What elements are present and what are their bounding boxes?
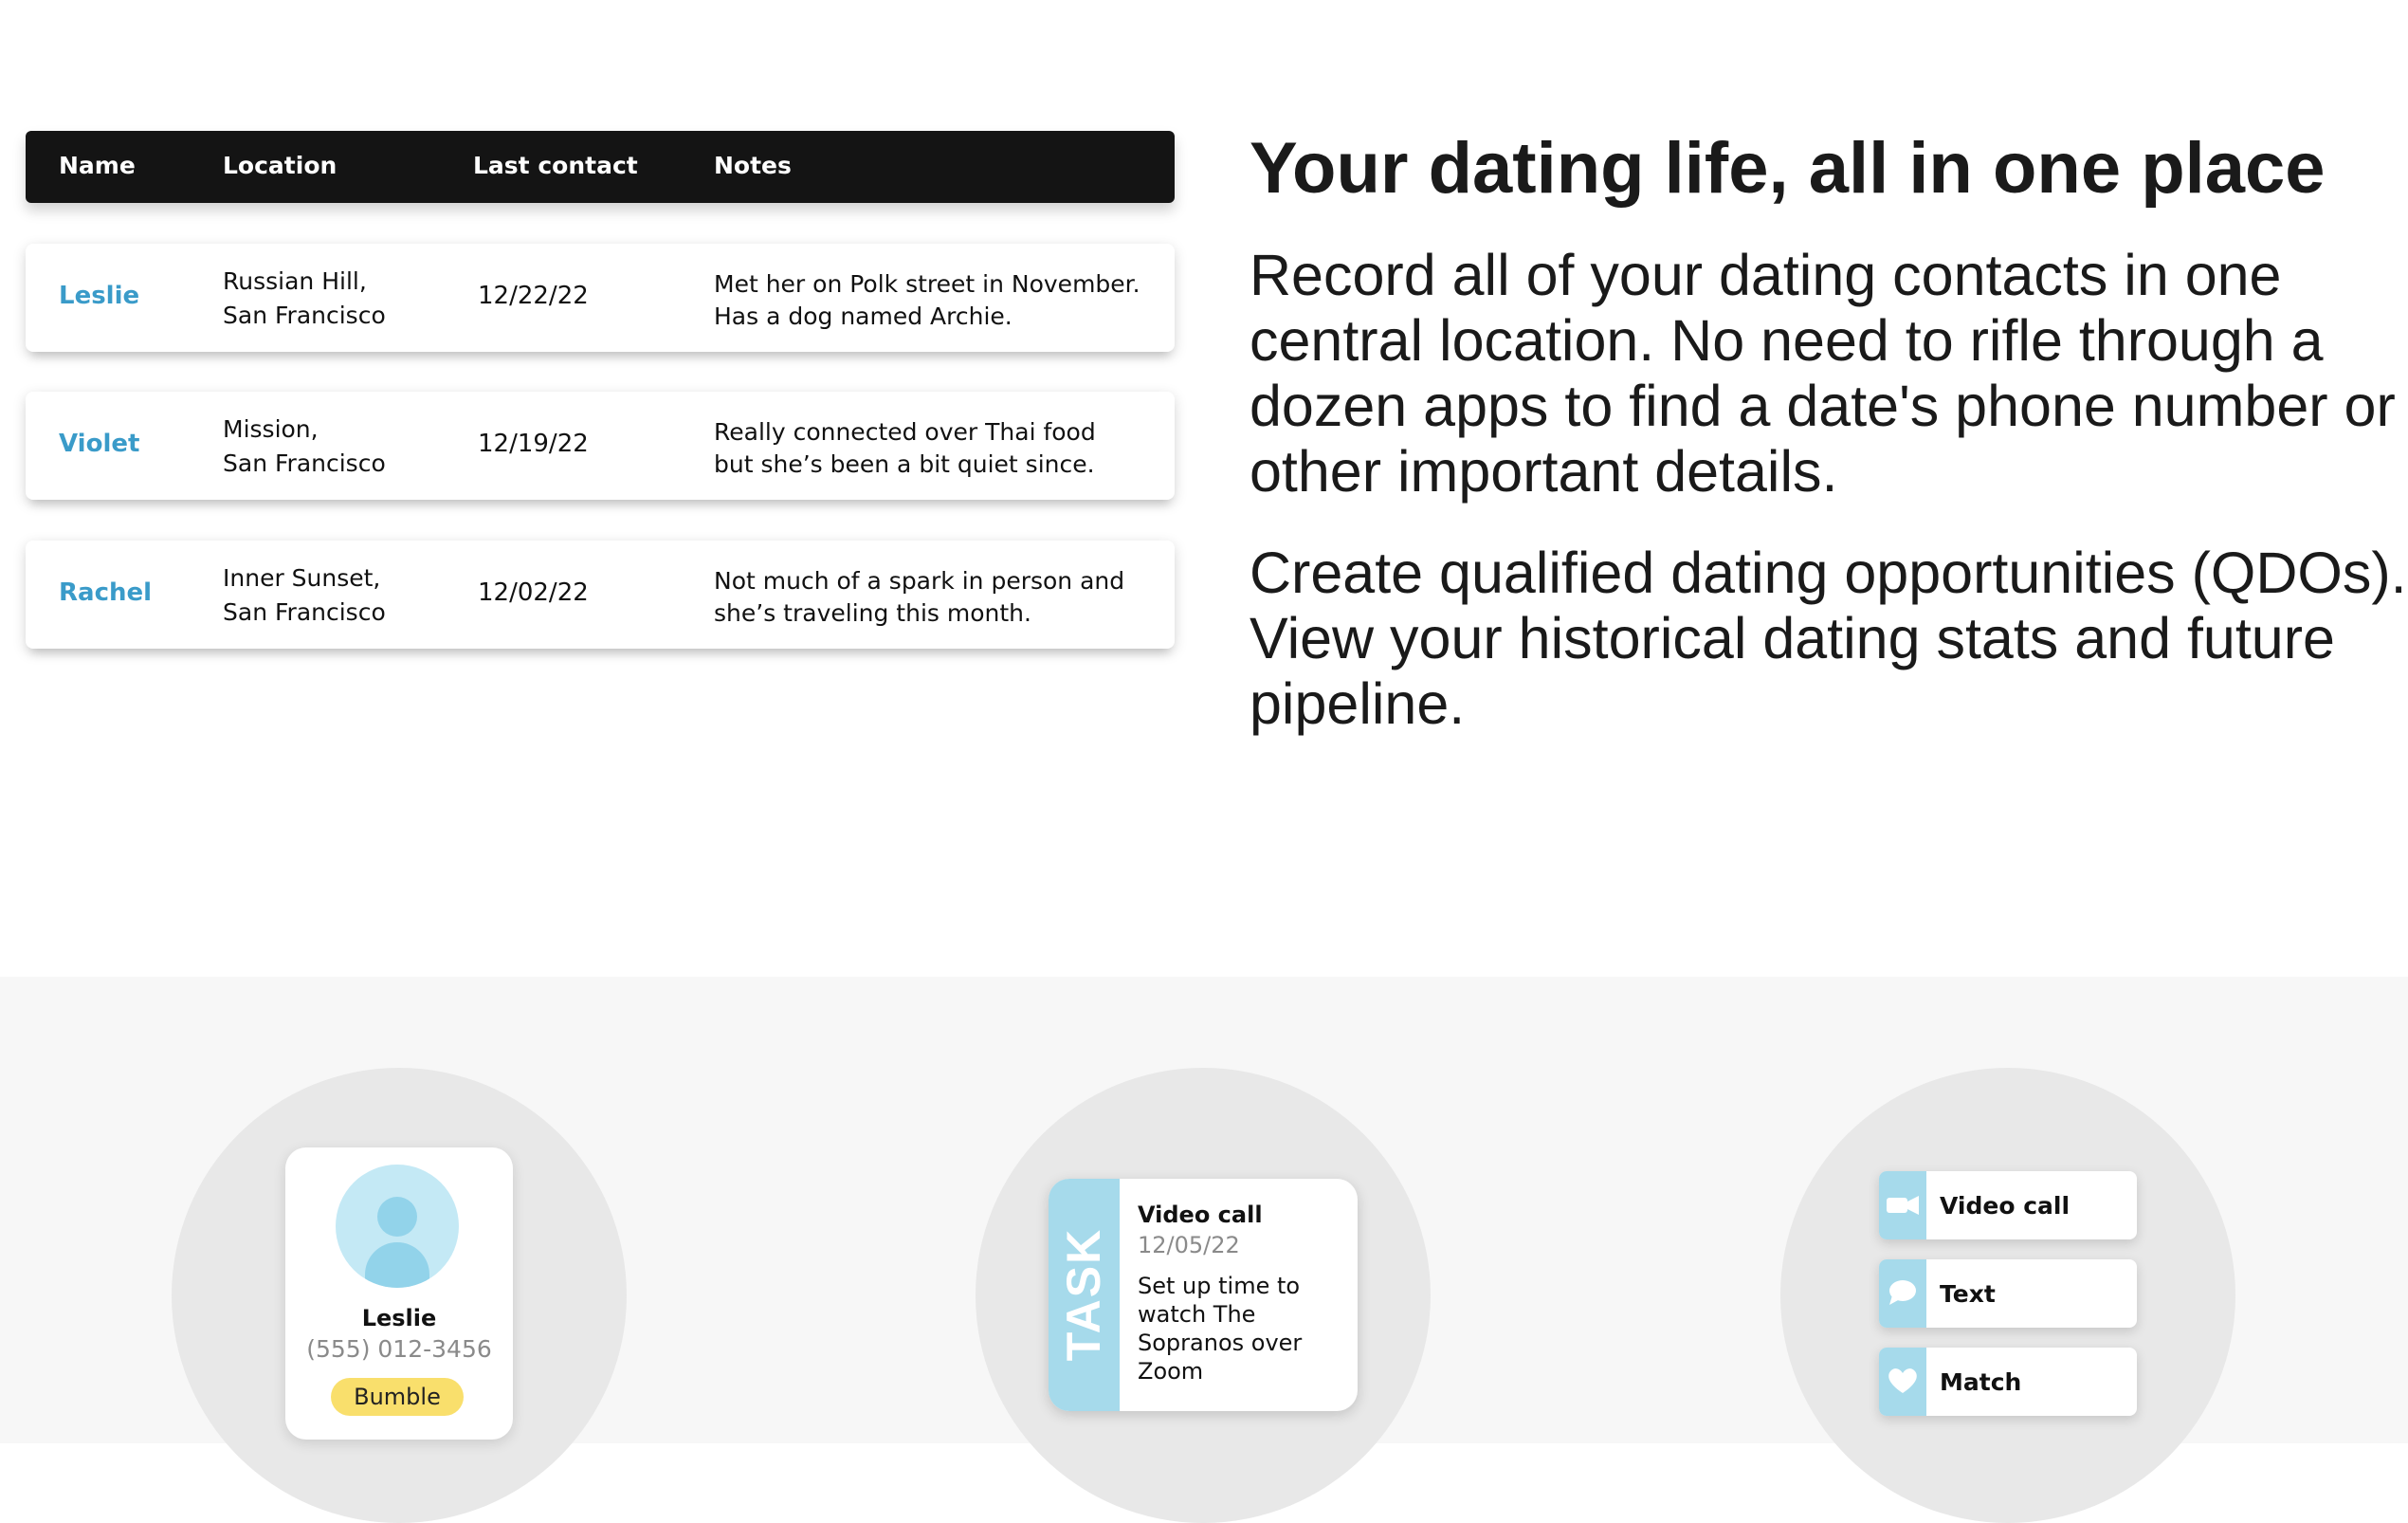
task-card[interactable]: TASK Video call 12/05/22 Set up time to … bbox=[1049, 1179, 1358, 1411]
paragraph-line: pipeline. bbox=[1250, 671, 1466, 736]
notes-line: Not much of a spark in person and bbox=[714, 567, 1125, 595]
contact-card[interactable]: Leslie (555) 012-3456 Bumble bbox=[285, 1147, 513, 1440]
column-header-notes[interactable]: Notes bbox=[714, 152, 792, 179]
table-header: Name Location Last contact Notes bbox=[26, 131, 1175, 203]
hero-paragraph-qdos: Create qualified dating opportunities (Q… bbox=[1250, 541, 2407, 737]
location-line: San Francisco bbox=[223, 302, 386, 329]
last-contact-date: 12/22/22 bbox=[478, 282, 589, 310]
contact-location: Mission, San Francisco bbox=[223, 413, 386, 481]
location-line: Russian Hill, bbox=[223, 267, 367, 295]
contact-name-link[interactable]: Leslie bbox=[59, 282, 139, 310]
table-row[interactable]: Rachel Inner Sunset, San Francisco 12/02… bbox=[26, 541, 1175, 649]
notes-line: Has a dog named Archie. bbox=[714, 303, 1012, 330]
task-line: Zoom bbox=[1138, 1358, 1204, 1385]
avatar-icon bbox=[336, 1165, 459, 1288]
action-label: Text bbox=[1940, 1280, 1996, 1308]
hero-title: Your dating life, all in one place bbox=[1250, 128, 2326, 209]
task-date: 12/05/22 bbox=[1138, 1232, 1240, 1258]
table-row[interactable]: Leslie Russian Hill, San Francisco 12/22… bbox=[26, 244, 1175, 352]
contact-name-link[interactable]: Violet bbox=[59, 430, 139, 458]
contact-notes: Really connected over Thai food but she’… bbox=[714, 416, 1159, 481]
heart-icon bbox=[1879, 1348, 1926, 1416]
hero-paragraph-contacts: Record all of your dating contacts in on… bbox=[1250, 243, 2396, 505]
task-title: Video call bbox=[1138, 1202, 1263, 1228]
contact-card-phone: (555) 012-3456 bbox=[306, 1335, 492, 1363]
action-video-call[interactable]: Video call bbox=[1879, 1171, 2137, 1239]
contact-notes: Met her on Polk street in November. Has … bbox=[714, 268, 1159, 333]
notes-line: Met her on Polk street in November. bbox=[714, 270, 1140, 298]
paragraph-line: Record all of your dating contacts in on… bbox=[1250, 243, 2282, 307]
app-badge: Bumble bbox=[331, 1378, 464, 1416]
task-line: watch The bbox=[1138, 1301, 1256, 1328]
contact-location: Inner Sunset, San Francisco bbox=[223, 561, 386, 630]
task-line: Sopranos over bbox=[1138, 1330, 1303, 1356]
contact-card-name: Leslie bbox=[361, 1305, 437, 1331]
location-line: Inner Sunset, bbox=[223, 564, 381, 592]
last-contact-date: 12/19/22 bbox=[478, 430, 589, 458]
paragraph-line: other important details. bbox=[1250, 439, 1838, 504]
notes-line: Really connected over Thai food bbox=[714, 418, 1096, 446]
notes-line: but she’s been a bit quiet since. bbox=[714, 450, 1095, 478]
paragraph-line: Create qualified dating opportunities (Q… bbox=[1250, 541, 2407, 605]
contact-name-link[interactable]: Rachel bbox=[59, 578, 152, 607]
task-tag: TASK bbox=[1057, 1227, 1110, 1362]
task-line: Set up time to bbox=[1138, 1273, 1301, 1299]
task-description: Set up time to watch The Sopranos over Z… bbox=[1138, 1272, 1302, 1385]
video-camera-icon bbox=[1879, 1171, 1926, 1239]
column-header-location[interactable]: Location bbox=[223, 152, 337, 179]
location-line: San Francisco bbox=[223, 598, 386, 626]
contact-notes: Not much of a spark in person and she’s … bbox=[714, 565, 1159, 630]
column-header-name[interactable]: Name bbox=[59, 152, 136, 179]
last-contact-date: 12/02/22 bbox=[478, 578, 589, 607]
action-text[interactable]: Text bbox=[1879, 1259, 2137, 1328]
location-line: San Francisco bbox=[223, 450, 386, 477]
table-row[interactable]: Violet Mission, San Francisco 12/19/22 R… bbox=[26, 392, 1175, 500]
contact-location: Russian Hill, San Francisco bbox=[223, 265, 386, 333]
paragraph-line: dozen apps to find a date's phone number… bbox=[1250, 374, 2396, 438]
paragraph-line: central location. No need to rifle throu… bbox=[1250, 308, 2324, 373]
paragraph-line: View your historical dating stats and fu… bbox=[1250, 606, 2335, 670]
column-header-last-contact[interactable]: Last contact bbox=[473, 152, 638, 179]
action-label: Video call bbox=[1940, 1192, 2071, 1220]
location-line: Mission, bbox=[223, 415, 319, 443]
task-strip: TASK bbox=[1049, 1179, 1120, 1411]
action-match[interactable]: Match bbox=[1879, 1348, 2137, 1416]
chat-bubble-icon bbox=[1879, 1259, 1926, 1328]
action-label: Match bbox=[1940, 1368, 2022, 1396]
notes-line: she’s traveling this month. bbox=[714, 599, 1031, 627]
